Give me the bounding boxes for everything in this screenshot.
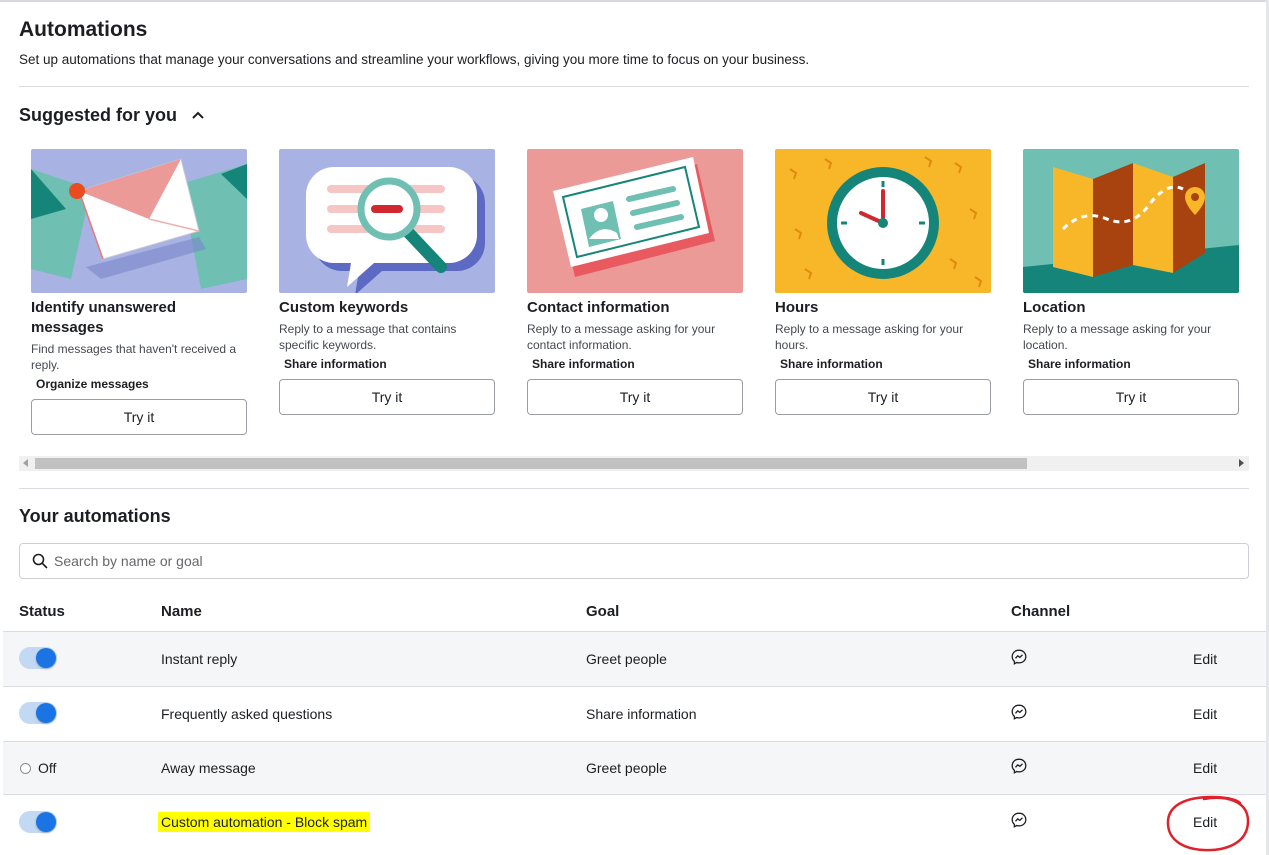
horizontal-scrollbar[interactable] — [19, 456, 1249, 471]
try-it-button[interactable]: Try it — [1023, 379, 1239, 415]
table-row: Frequently asked questions Share informa… — [3, 686, 1266, 741]
page-title: Automations — [19, 18, 148, 41]
automation-goal: Share information — [586, 706, 697, 722]
card-description: Find messages that haven't received a re… — [31, 342, 237, 372]
highlighted-name: Custom automation - Block spam — [158, 812, 371, 832]
messenger-icon — [1011, 649, 1027, 665]
table-row: Instant reply Greet people Edit — [3, 631, 1266, 686]
card-title: Identify unanswered messages — [31, 299, 177, 336]
edit-button[interactable]: Edit — [1193, 651, 1217, 667]
card-title: Hours — [775, 299, 819, 316]
scrollbar-thumb[interactable] — [35, 458, 1027, 469]
automation-goal: Greet people — [586, 651, 667, 667]
column-header-goal: Goal — [586, 603, 620, 620]
try-it-button[interactable]: Try it — [527, 379, 743, 415]
divider — [19, 488, 1249, 489]
card-description: Reply to a message asking for your hours… — [775, 322, 964, 352]
suggested-section-title: Suggested for you — [19, 105, 178, 125]
window-top-border — [0, 0, 1269, 2]
chevron-up-icon[interactable] — [191, 110, 205, 120]
card-description: Reply to a message asking for your locat… — [1023, 322, 1212, 352]
magnifier-bubble-illustration — [279, 149, 495, 293]
table-row: Custom automation - Block spam Edit — [3, 794, 1266, 855]
search-box — [19, 543, 1249, 579]
card-description: Reply to a message asking for your conta… — [527, 322, 716, 352]
suggestion-card-keywords: Custom keywords Reply to a message that … — [279, 149, 495, 415]
table-row: Off Away message Greet people Edit — [3, 741, 1266, 794]
card-tag: Share information — [1028, 357, 1131, 371]
status-toggle[interactable] — [19, 811, 57, 833]
card-title: Custom keywords — [279, 299, 409, 316]
card-description: Reply to a message that contains specifi… — [279, 322, 457, 352]
search-icon — [32, 553, 48, 569]
automations-section-title: Your automations — [19, 506, 171, 526]
automation-goal: Greet people — [586, 760, 667, 776]
card-tag: Organize messages — [36, 377, 149, 391]
column-header-name: Name — [161, 603, 202, 620]
scroll-left-arrow-icon[interactable] — [23, 459, 28, 467]
automation-name: Instant reply — [161, 651, 238, 667]
card-tag: Share information — [780, 357, 883, 371]
messenger-icon — [1011, 758, 1027, 774]
suggestion-card-hours: Hours Reply to a message asking for your… — [775, 149, 991, 415]
divider — [19, 86, 1249, 87]
status-toggle[interactable] — [19, 647, 57, 669]
page-description: Set up automations that manage your conv… — [19, 52, 810, 67]
suggestion-card-contact: Contact information Reply to a message a… — [527, 149, 743, 415]
automation-name: Custom automation - Block spam — [158, 812, 371, 832]
clock-illustration — [775, 149, 991, 293]
search-input[interactable] — [54, 550, 1234, 572]
try-it-button[interactable]: Try it — [279, 379, 495, 415]
card-title: Location — [1023, 299, 1086, 316]
envelopes-illustration — [31, 149, 247, 293]
automation-name: Frequently asked questions — [161, 706, 333, 722]
column-header-channel: Channel — [1011, 603, 1071, 620]
card-tag: Share information — [532, 357, 635, 371]
status-toggle[interactable] — [19, 702, 57, 724]
contact-card-illustration — [527, 149, 743, 293]
map-illustration — [1023, 149, 1239, 293]
column-header-status: Status — [19, 603, 65, 620]
try-it-button[interactable]: Try it — [31, 399, 247, 435]
try-it-button[interactable]: Try it — [775, 379, 991, 415]
status-radio-off[interactable] — [20, 763, 31, 774]
messenger-icon — [1011, 812, 1027, 828]
scroll-right-arrow-icon[interactable] — [1239, 459, 1244, 467]
messenger-icon — [1011, 704, 1027, 720]
suggestion-card-location: Location Reply to a message asking for y… — [1023, 149, 1239, 415]
card-title: Contact information — [527, 299, 670, 316]
edit-button[interactable]: Edit — [1193, 760, 1217, 776]
automation-name: Away message — [161, 760, 256, 776]
edit-button[interactable]: Edit — [1193, 814, 1217, 830]
edit-button[interactable]: Edit — [1193, 706, 1217, 722]
card-tag: Share information — [284, 357, 387, 371]
status-label: Off — [38, 760, 57, 776]
suggestion-card-unanswered: Identify unanswered messages Find messag… — [31, 149, 247, 435]
